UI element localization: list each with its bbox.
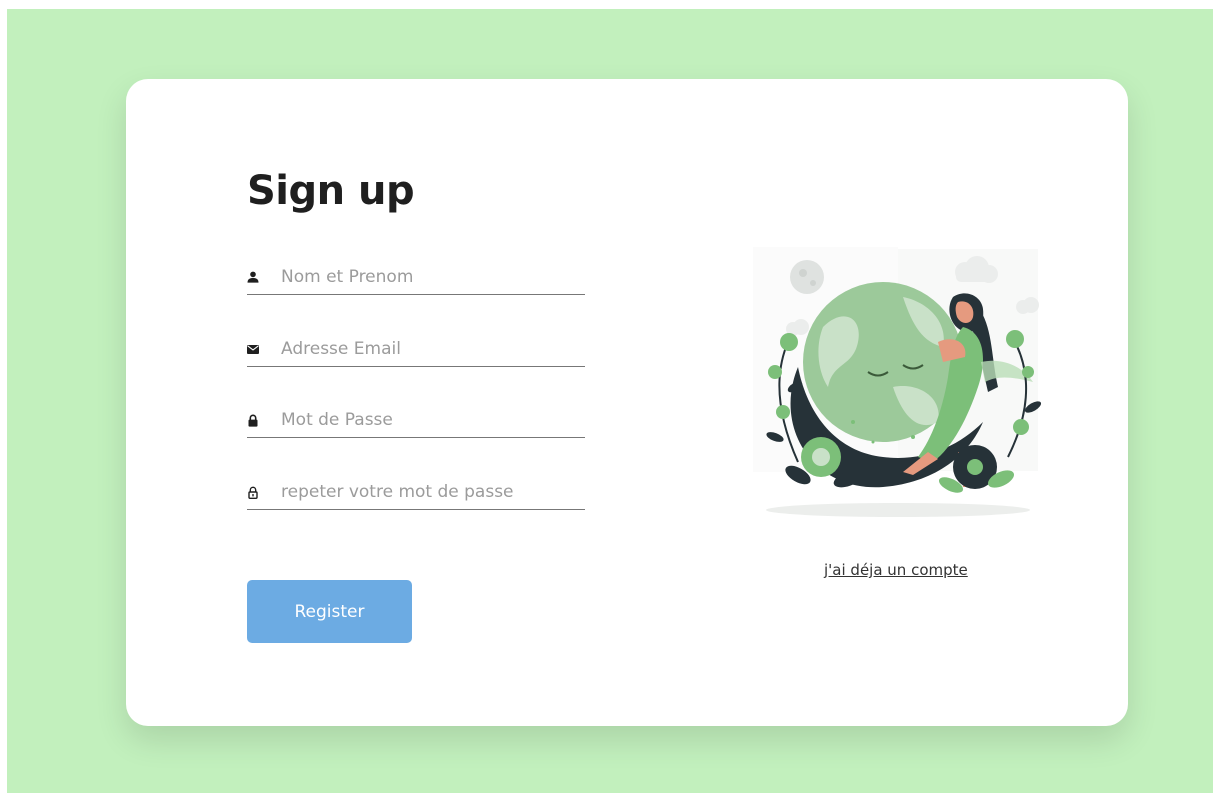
earth-hug-illustration (753, 247, 1043, 527)
login-link[interactable]: j'ai déja un compte (824, 561, 968, 579)
fullname-input[interactable] (281, 264, 581, 290)
password-confirm-input[interactable] (281, 479, 581, 505)
email-input[interactable] (281, 336, 581, 362)
email-field (247, 332, 585, 367)
user-icon (247, 270, 259, 284)
lock-outline-icon (247, 485, 259, 499)
lock-icon (247, 413, 259, 427)
page-title: Sign up (247, 168, 415, 214)
password-field (247, 403, 585, 438)
register-button[interactable]: Register (247, 580, 412, 643)
fullname-field (247, 260, 585, 295)
page-background: Sign up Nom et Prenom Adresse Email Regi… (7, 9, 1213, 793)
password-input[interactable] (281, 407, 581, 433)
signup-card: Sign up Nom et Prenom Adresse Email Regi… (126, 79, 1128, 726)
envelope-icon (247, 342, 259, 356)
password-confirm-field (247, 475, 585, 510)
